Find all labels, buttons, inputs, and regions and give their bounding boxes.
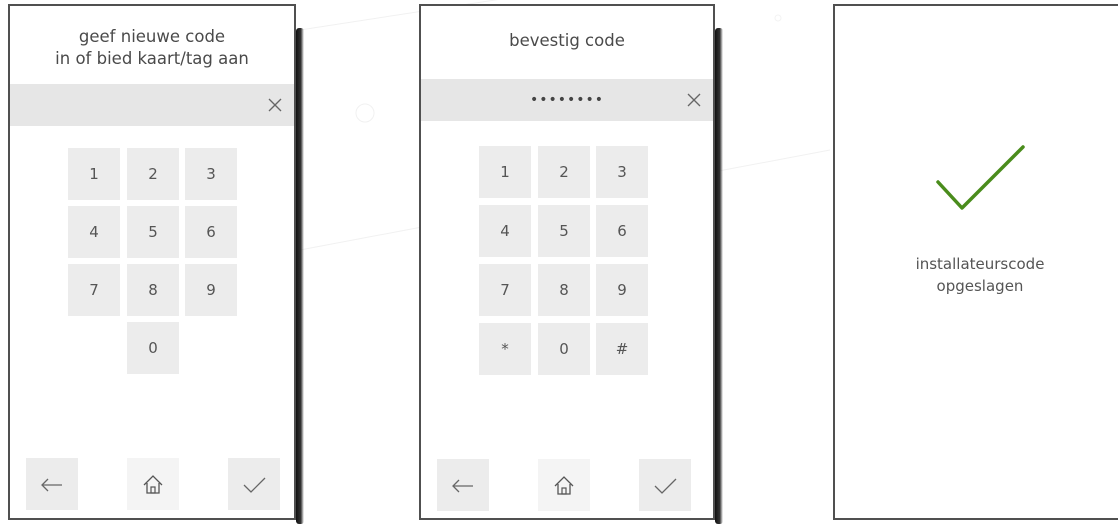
home-icon (554, 476, 574, 495)
check-icon (243, 477, 266, 493)
keypad-key[interactable]: 8 (127, 264, 179, 316)
page-title: bevestig code (509, 31, 625, 50)
keypad-key[interactable]: 1 (479, 146, 531, 198)
confirm-button[interactable] (228, 458, 280, 510)
keypad-key[interactable]: 2 (538, 146, 590, 198)
home-button[interactable] (127, 458, 179, 510)
keypad-key[interactable]: 9 (185, 264, 237, 316)
code-input[interactable] (10, 84, 294, 126)
keypad-key[interactable]: 4 (68, 206, 120, 258)
back-button[interactable] (437, 459, 489, 511)
keypad-key[interactable]: 0 (538, 323, 590, 375)
home-button[interactable] (538, 459, 590, 511)
back-button[interactable] (26, 458, 78, 510)
page-title: geef nieuwe code in of bied kaart/tag aa… (55, 27, 249, 68)
keypad-key[interactable]: 0 (127, 322, 179, 374)
close-icon[interactable] (685, 91, 703, 109)
code-value: •••••••• (529, 92, 605, 108)
screen-new-code: geef nieuwe code in of bied kaart/tag aa… (8, 4, 296, 520)
keypad-key[interactable]: 4 (479, 205, 531, 257)
status-message: installateurscode opgeslagen (915, 255, 1045, 295)
screen-code-saved: installateurscode opgeslagen (833, 4, 1118, 520)
check-icon (654, 478, 677, 494)
keypad-key[interactable]: 9 (596, 264, 648, 316)
arrow-left-icon (41, 478, 62, 492)
keypad-key[interactable]: 7 (479, 264, 531, 316)
keypad-key[interactable]: 1 (68, 148, 120, 200)
check-icon (936, 145, 1025, 210)
panel-shadow (296, 28, 304, 524)
code-value (10, 84, 294, 126)
close-icon[interactable] (266, 96, 284, 114)
keypad-key[interactable]: 3 (596, 146, 648, 198)
keypad-key[interactable]: * (479, 323, 531, 375)
screen-confirm-code: bevestig code •••••••• 1 2 3 4 5 6 7 8 9… (419, 4, 715, 520)
code-input[interactable]: •••••••• (421, 79, 713, 121)
keypad-key[interactable]: 5 (538, 205, 590, 257)
keypad-key[interactable]: 3 (185, 148, 237, 200)
keypad-key[interactable]: 2 (127, 148, 179, 200)
keypad-key[interactable]: 7 (68, 264, 120, 316)
panel-shadow (715, 28, 723, 524)
keypad-key[interactable]: 5 (127, 206, 179, 258)
keypad-key[interactable]: 8 (538, 264, 590, 316)
keypad-key[interactable]: 6 (596, 205, 648, 257)
arrow-left-icon (452, 479, 473, 493)
keypad-key[interactable]: 6 (185, 206, 237, 258)
home-icon (143, 475, 163, 494)
keypad-key[interactable]: # (596, 323, 648, 375)
confirm-button[interactable] (639, 459, 691, 511)
